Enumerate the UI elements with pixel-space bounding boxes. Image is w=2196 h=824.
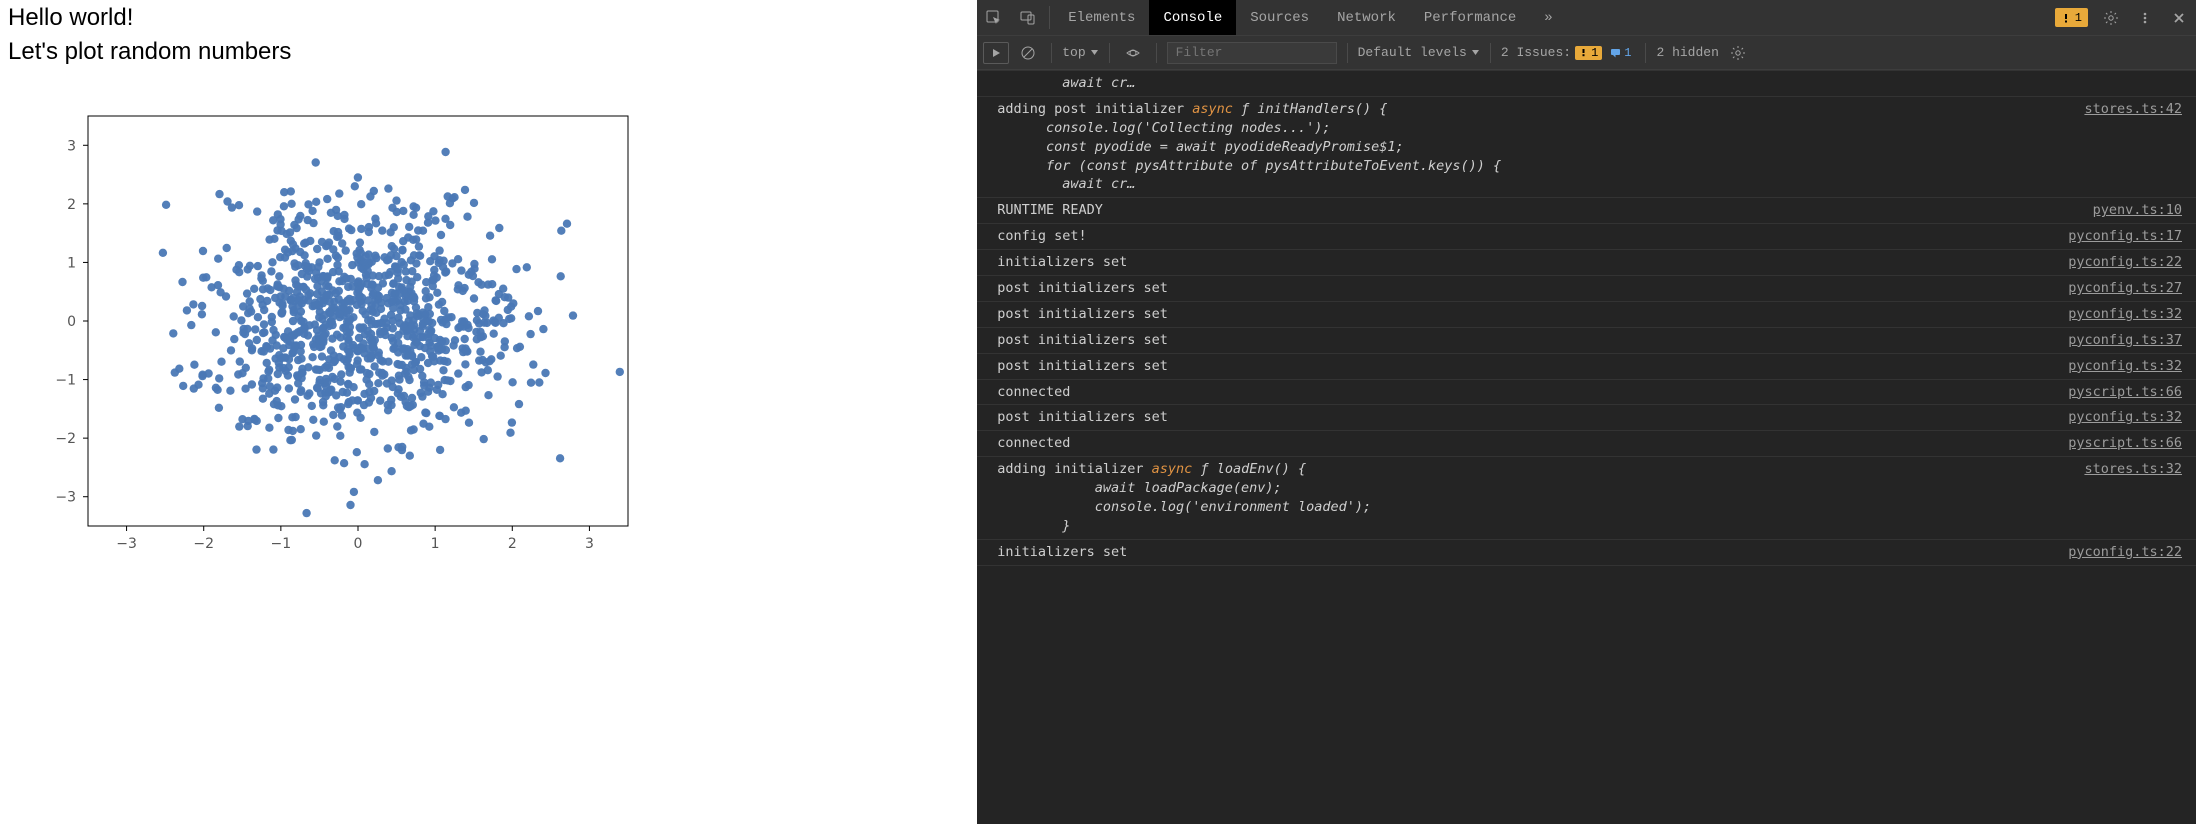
separator bbox=[1645, 43, 1646, 63]
hidden-count[interactable]: 2 hidden bbox=[1656, 45, 1718, 60]
separator bbox=[1109, 43, 1110, 63]
log-entry: await cr… bbox=[977, 70, 2196, 97]
separator bbox=[1490, 43, 1491, 63]
page-content: Hello world! Let's plot random numbers −… bbox=[0, 0, 977, 824]
log-source-link[interactable]: pyconfig.ts:32 bbox=[2068, 408, 2182, 427]
chevron-down-icon bbox=[1090, 48, 1099, 57]
svg-text:0: 0 bbox=[354, 536, 363, 552]
svg-text:−3: −3 bbox=[116, 536, 137, 552]
svg-text:−1: −1 bbox=[271, 536, 292, 552]
live-expression-icon[interactable] bbox=[1120, 42, 1146, 64]
devtools-panel: Elements Console Sources Network Perform… bbox=[977, 0, 2196, 824]
log-source-link[interactable]: pyconfig.ts:17 bbox=[2068, 227, 2182, 246]
issues-summary[interactable]: 2 Issues: 1 1 bbox=[1501, 45, 1636, 60]
warning-badge[interactable]: 1 bbox=[2055, 8, 2088, 27]
inspect-element-icon[interactable] bbox=[977, 0, 1011, 35]
separator bbox=[1156, 43, 1157, 63]
tab-network[interactable]: Network bbox=[1323, 0, 1410, 35]
console-settings-icon[interactable] bbox=[1725, 42, 1751, 64]
scatter-plot: −3 −2 −1 0 1 2 3 −3 −2 −1 0 1 2 3 bbox=[8, 96, 648, 566]
tab-console[interactable]: Console bbox=[1149, 0, 1236, 35]
log-source-link[interactable]: pyconfig.ts:22 bbox=[2068, 543, 2182, 562]
log-source-link[interactable]: pyconfig.ts:37 bbox=[2068, 331, 2182, 350]
svg-text:−2: −2 bbox=[55, 431, 76, 447]
svg-text:1: 1 bbox=[67, 255, 76, 271]
log-entry: post initializers setpyconfig.ts:37 bbox=[977, 328, 2196, 354]
log-entry: post initializers setpyconfig.ts:32 bbox=[977, 405, 2196, 431]
console-sidebar-toggle-icon[interactable] bbox=[983, 42, 1009, 64]
svg-text:−1: −1 bbox=[55, 373, 76, 389]
log-entry: connectedpyscript.ts:66 bbox=[977, 380, 2196, 406]
separator bbox=[1347, 43, 1348, 63]
console-controlbar: top Default levels 2 Issues: 1 1 2 h bbox=[977, 36, 2196, 70]
devtools-tabbar: Elements Console Sources Network Perform… bbox=[977, 0, 2196, 36]
separator bbox=[1049, 6, 1050, 29]
log-entry: connectedpyscript.ts:66 bbox=[977, 431, 2196, 457]
issues-info-chip: 1 bbox=[1606, 46, 1635, 60]
console-log-area[interactable]: await cr…adding post initializer async ƒ… bbox=[977, 70, 2196, 824]
chart-container: −3 −2 −1 0 1 2 3 −3 −2 −1 0 1 2 3 bbox=[8, 96, 969, 566]
svg-text:2: 2 bbox=[67, 197, 76, 213]
svg-text:−3: −3 bbox=[55, 490, 76, 506]
tab-performance[interactable]: Performance bbox=[1410, 0, 1530, 35]
log-entry: config set!pyconfig.ts:17 bbox=[977, 224, 2196, 250]
log-entry: post initializers setpyconfig.ts:32 bbox=[977, 302, 2196, 328]
log-levels-selector[interactable]: Default levels bbox=[1358, 45, 1480, 60]
hello-text: Hello world! bbox=[8, 4, 969, 32]
log-source-link[interactable]: pyscript.ts:66 bbox=[2068, 434, 2182, 453]
chevron-down-icon bbox=[1471, 48, 1480, 57]
settings-icon[interactable] bbox=[2094, 0, 2128, 35]
tab-sources[interactable]: Sources bbox=[1236, 0, 1323, 35]
close-icon[interactable] bbox=[2162, 0, 2196, 35]
svg-text:−2: −2 bbox=[193, 536, 214, 552]
tabs-overflow[interactable]: » bbox=[1530, 0, 1566, 35]
log-source-link[interactable]: pyconfig.ts:27 bbox=[2068, 279, 2182, 298]
log-entry: initializers setpyconfig.ts:22 bbox=[977, 250, 2196, 276]
log-entry: post initializers setpyconfig.ts:32 bbox=[977, 354, 2196, 380]
log-source-link[interactable]: pyconfig.ts:32 bbox=[2068, 305, 2182, 324]
issues-warn-chip: 1 bbox=[1575, 46, 1602, 60]
log-source-link[interactable]: pyenv.ts:10 bbox=[2093, 201, 2182, 220]
log-entry: adding post initializer async ƒ initHand… bbox=[977, 97, 2196, 198]
log-source-link[interactable]: pyconfig.ts:32 bbox=[2068, 357, 2182, 376]
log-entry: adding initializer async ƒ loadEnv() { a… bbox=[977, 457, 2196, 540]
log-entry: RUNTIME READYpyenv.ts:10 bbox=[977, 198, 2196, 224]
separator bbox=[1051, 43, 1052, 63]
log-entry: post initializers setpyconfig.ts:27 bbox=[977, 276, 2196, 302]
svg-text:1: 1 bbox=[431, 536, 440, 552]
svg-text:0: 0 bbox=[67, 314, 76, 330]
subtitle-text: Let's plot random numbers bbox=[8, 38, 969, 66]
svg-text:3: 3 bbox=[67, 138, 76, 154]
context-selector[interactable]: top bbox=[1062, 45, 1098, 60]
device-toggle-icon[interactable] bbox=[1011, 0, 1045, 35]
log-source-link[interactable]: stores.ts:42 bbox=[2084, 100, 2182, 194]
warning-count: 1 bbox=[2075, 11, 2082, 25]
clear-console-icon[interactable] bbox=[1015, 42, 1041, 64]
svg-text:3: 3 bbox=[585, 536, 594, 552]
tab-elements[interactable]: Elements bbox=[1054, 0, 1149, 35]
more-icon[interactable] bbox=[2128, 0, 2162, 35]
log-source-link[interactable]: pyscript.ts:66 bbox=[2068, 383, 2182, 402]
filter-input[interactable] bbox=[1167, 42, 1337, 64]
svg-text:2: 2 bbox=[508, 536, 517, 552]
log-entry: initializers setpyconfig.ts:22 bbox=[977, 540, 2196, 566]
log-source-link[interactable]: pyconfig.ts:22 bbox=[2068, 253, 2182, 272]
log-source-link[interactable]: stores.ts:32 bbox=[2084, 460, 2182, 536]
